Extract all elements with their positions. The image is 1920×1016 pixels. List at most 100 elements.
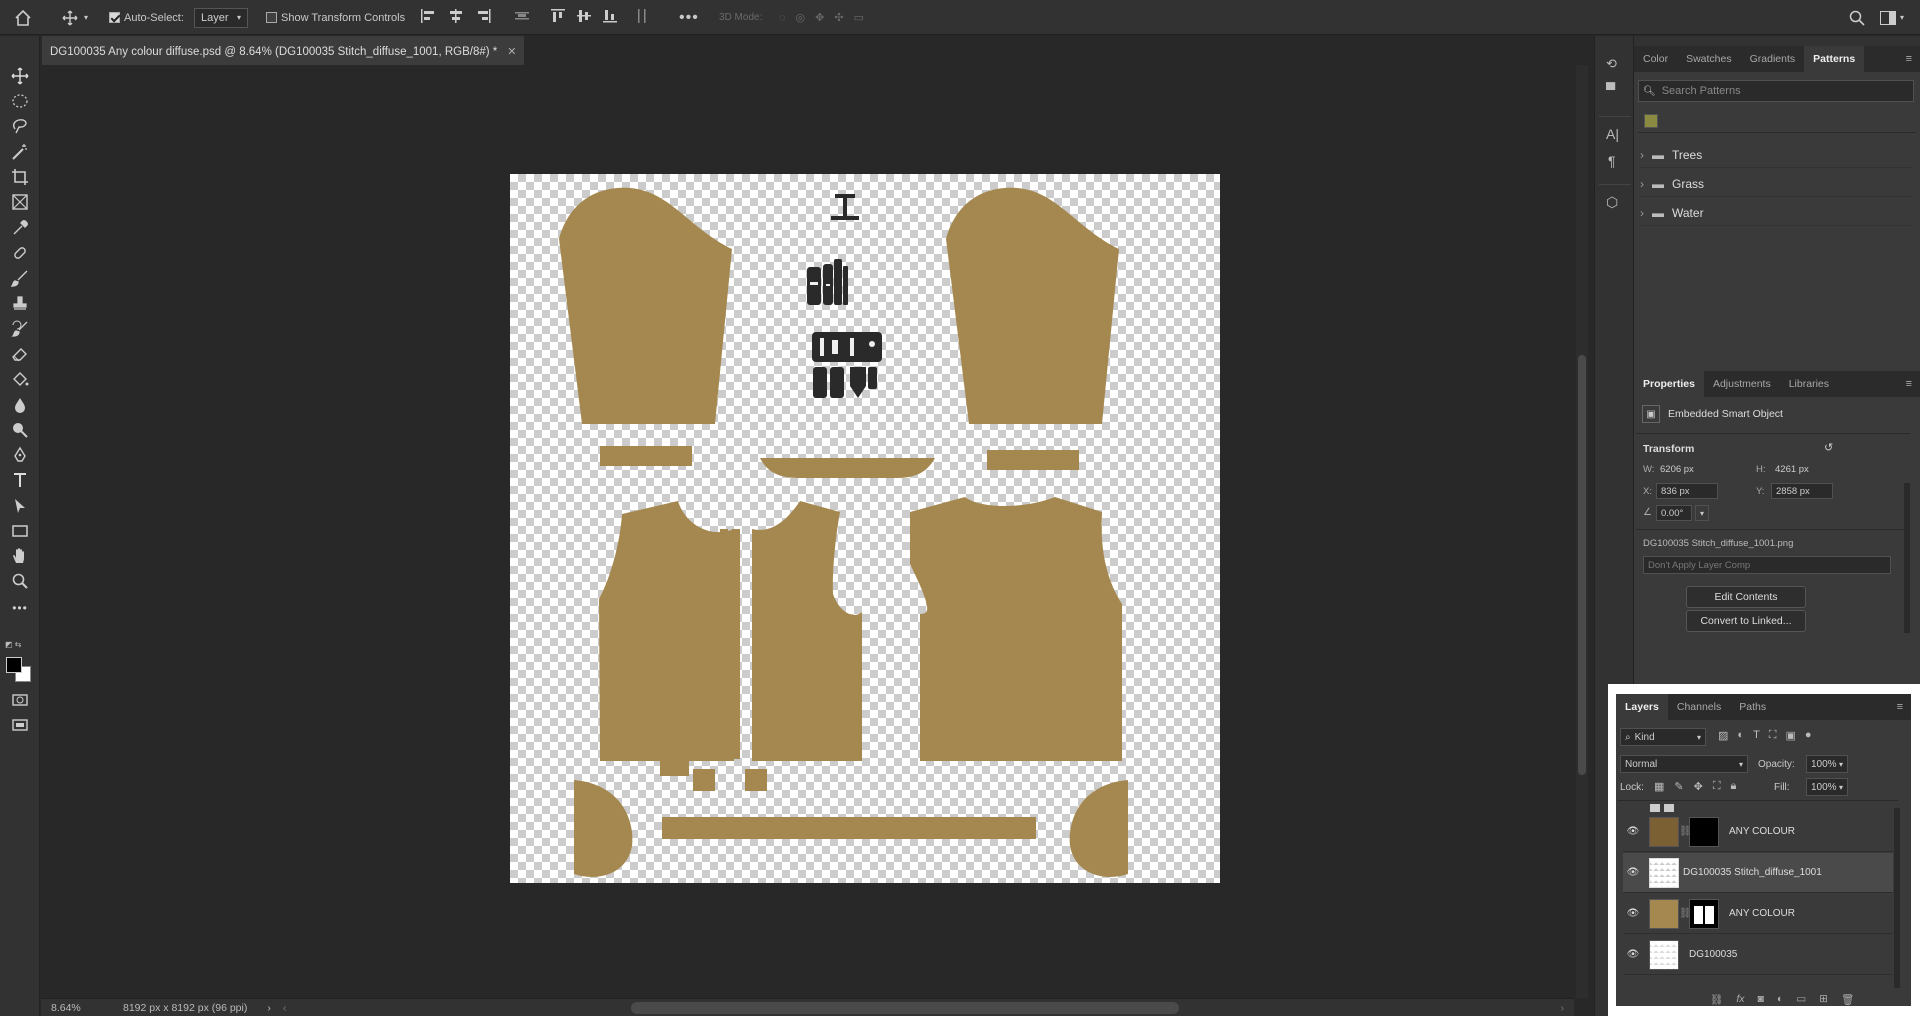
show-transform-checkbox[interactable]: Show Transform Controls [266, 0, 405, 35]
edit-contents-button[interactable]: Edit Contents [1686, 586, 1806, 608]
panel-menu-icon[interactable]: ≡ [1898, 46, 1920, 72]
new-group-icon[interactable]: ▭ [1796, 993, 1806, 1005]
fill-input[interactable]: 100% ▾ [1806, 778, 1848, 796]
tab-swatches[interactable]: Swatches [1677, 46, 1741, 72]
blur-tool[interactable] [6, 393, 34, 417]
align-left-icon[interactable] [420, 9, 436, 26]
filter-adjustment-icon[interactable]: ◐ [1737, 729, 1744, 742]
align-center-h-icon[interactable] [448, 9, 464, 26]
3d-orbit-icon[interactable]: ◌ [779, 12, 786, 24]
angle-input[interactable]: 0.00° [1656, 505, 1692, 521]
filter-smart-object-icon[interactable]: ▣ [1786, 729, 1796, 742]
history-brush-tool[interactable] [6, 317, 34, 341]
layer-row-selected[interactable]: 👁︎ DG100035 Stitch_diffuse_1001 [1623, 853, 1893, 893]
convert-to-linked-button[interactable]: Convert to Linked... [1686, 610, 1806, 632]
lock-transparent-icon[interactable]: ▦ [1654, 780, 1664, 793]
zoom-tool[interactable] [6, 569, 34, 593]
blend-mode-dropdown[interactable]: Normal ▾ [1620, 755, 1748, 773]
default-colors-icon[interactable]: ◩ ⇆ [5, 640, 21, 649]
auto-select-checkbox[interactable]: Auto-Select: [109, 0, 184, 35]
3d-camera-icon[interactable]: ▭ [854, 11, 864, 24]
workspace-icon[interactable]: ▾ [1880, 0, 1904, 35]
eraser-tool[interactable] [6, 342, 34, 366]
home-icon[interactable] [14, 0, 32, 35]
3d-roll-icon[interactable]: ◎ [796, 11, 806, 24]
path-selection-tool[interactable] [6, 494, 34, 518]
reset-transform-icon[interactable]: ↺ [1824, 441, 1833, 454]
fx-icon[interactable]: fx [1736, 993, 1744, 1005]
document-canvas[interactable] [510, 174, 1220, 883]
auto-select-dropdown[interactable]: Layer ▾ [194, 7, 248, 28]
layer-row[interactable]: 👁︎ ⛓︎ ANY COLOUR [1623, 894, 1893, 934]
move-tool[interactable] [6, 64, 34, 88]
tab-channels[interactable]: Channels [1668, 694, 1730, 720]
new-layer-icon[interactable]: ⊞ [1819, 993, 1828, 1005]
tab-gradients[interactable]: Gradients [1741, 46, 1805, 72]
tab-patterns[interactable]: Patterns [1804, 46, 1865, 72]
link-layers-icon[interactable]: ⛓︎ [1710, 993, 1723, 1006]
filter-kind-dropdown[interactable]: ⌕ Kind ▾ [1620, 728, 1706, 746]
tab-color[interactable]: Color [1634, 46, 1677, 72]
tab-paths[interactable]: Paths [1730, 694, 1775, 720]
scroll-left-icon[interactable]: ‹ [283, 1002, 287, 1014]
screen-mode-icon[interactable] [6, 713, 34, 737]
adjustment-layer-icon[interactable]: ◐ [1777, 993, 1783, 1005]
eye-icon[interactable]: 👁︎ [1623, 867, 1643, 878]
3d-panel-icon[interactable]: ⬡ [1606, 194, 1618, 211]
height-value[interactable]: 4261 px [1775, 464, 1809, 475]
pattern-folder-grass[interactable]: › ▬ Grass [1640, 171, 1912, 197]
pen-tool[interactable] [6, 443, 34, 467]
tab-libraries[interactable]: Libraries [1780, 371, 1838, 397]
lock-position-icon[interactable]: ✥ [1694, 780, 1703, 793]
3d-slide-icon[interactable]: ✣ [834, 11, 843, 24]
edit-toolbar-icon[interactable]: ••• [6, 596, 34, 620]
foreground-color-swatch[interactable] [6, 657, 22, 673]
tab-properties[interactable]: Properties [1634, 371, 1704, 397]
eye-icon[interactable]: 👁︎ [1623, 949, 1643, 960]
eyedropper-tool[interactable] [6, 216, 34, 240]
layer-mask-thumbnail[interactable] [1689, 898, 1719, 929]
layer-mask-thumbnail[interactable] [1689, 816, 1719, 847]
filter-pixel-icon[interactable]: ▨ [1718, 729, 1728, 742]
layer-row[interactable]: 👁︎ ⛓︎ ANY COLOUR [1623, 812, 1893, 852]
rectangle-tool[interactable] [6, 519, 34, 543]
lasso-tool[interactable] [6, 114, 34, 138]
distribute-v-icon[interactable] [635, 8, 649, 27]
align-right-icon[interactable] [476, 9, 492, 26]
eye-icon[interactable]: 👁︎ [1623, 908, 1643, 919]
hand-tool[interactable] [6, 544, 34, 568]
type-tool[interactable] [6, 468, 34, 492]
vertical-scrollbar-thumb[interactable] [1578, 355, 1586, 775]
status-menu-chevron-icon[interactable]: › [267, 1002, 271, 1014]
dodge-tool[interactable] [6, 418, 34, 442]
clone-stamp-tool[interactable] [6, 292, 34, 316]
paragraph-panel-icon[interactable]: ¶ [1608, 153, 1616, 169]
panel-menu-icon[interactable]: ≡ [1889, 694, 1911, 720]
lock-all-icon[interactable]: 🔒︎ [1731, 780, 1737, 793]
magic-wand-tool[interactable] [6, 140, 34, 164]
zoom-level[interactable]: 8.64% [51, 1002, 101, 1014]
pattern-folder-trees[interactable]: › ▬ Trees [1640, 142, 1912, 168]
layers-scrollbar[interactable] [1894, 808, 1900, 988]
comments-panel-icon[interactable]: ▀ [1606, 82, 1615, 97]
brush-tool[interactable] [6, 266, 34, 290]
lock-artboard-icon[interactable]: ⛶ [1713, 780, 1721, 793]
distribute-icon[interactable] [514, 9, 530, 26]
healing-brush-tool[interactable] [6, 241, 34, 265]
horizontal-scrollbar-thumb[interactable] [631, 1002, 1179, 1014]
panel-menu-icon[interactable]: ≡ [1898, 371, 1920, 397]
scroll-right-icon[interactable]: › [1561, 1002, 1565, 1014]
pattern-swatch[interactable] [1644, 114, 1658, 128]
quick-mask-icon[interactable] [6, 688, 34, 712]
search-patterns-input[interactable]: 🔍︎ Search Patterns [1638, 80, 1914, 102]
filter-toggle-icon[interactable]: ● [1805, 729, 1812, 742]
width-value[interactable]: 6206 px [1660, 464, 1694, 475]
opacity-input[interactable]: 100% ▾ [1806, 755, 1848, 773]
close-tab-icon[interactable]: ✕ [507, 45, 516, 58]
vertical-scrollbar[interactable] [1576, 65, 1588, 998]
lock-pixels-icon[interactable]: ✎ [1674, 780, 1683, 793]
properties-scrollbar[interactable] [1904, 483, 1910, 633]
more-options-icon[interactable]: ••• [679, 0, 699, 35]
pattern-folder-water[interactable]: › ▬ Water [1640, 200, 1912, 226]
y-input[interactable]: 2858 px [1771, 483, 1833, 499]
